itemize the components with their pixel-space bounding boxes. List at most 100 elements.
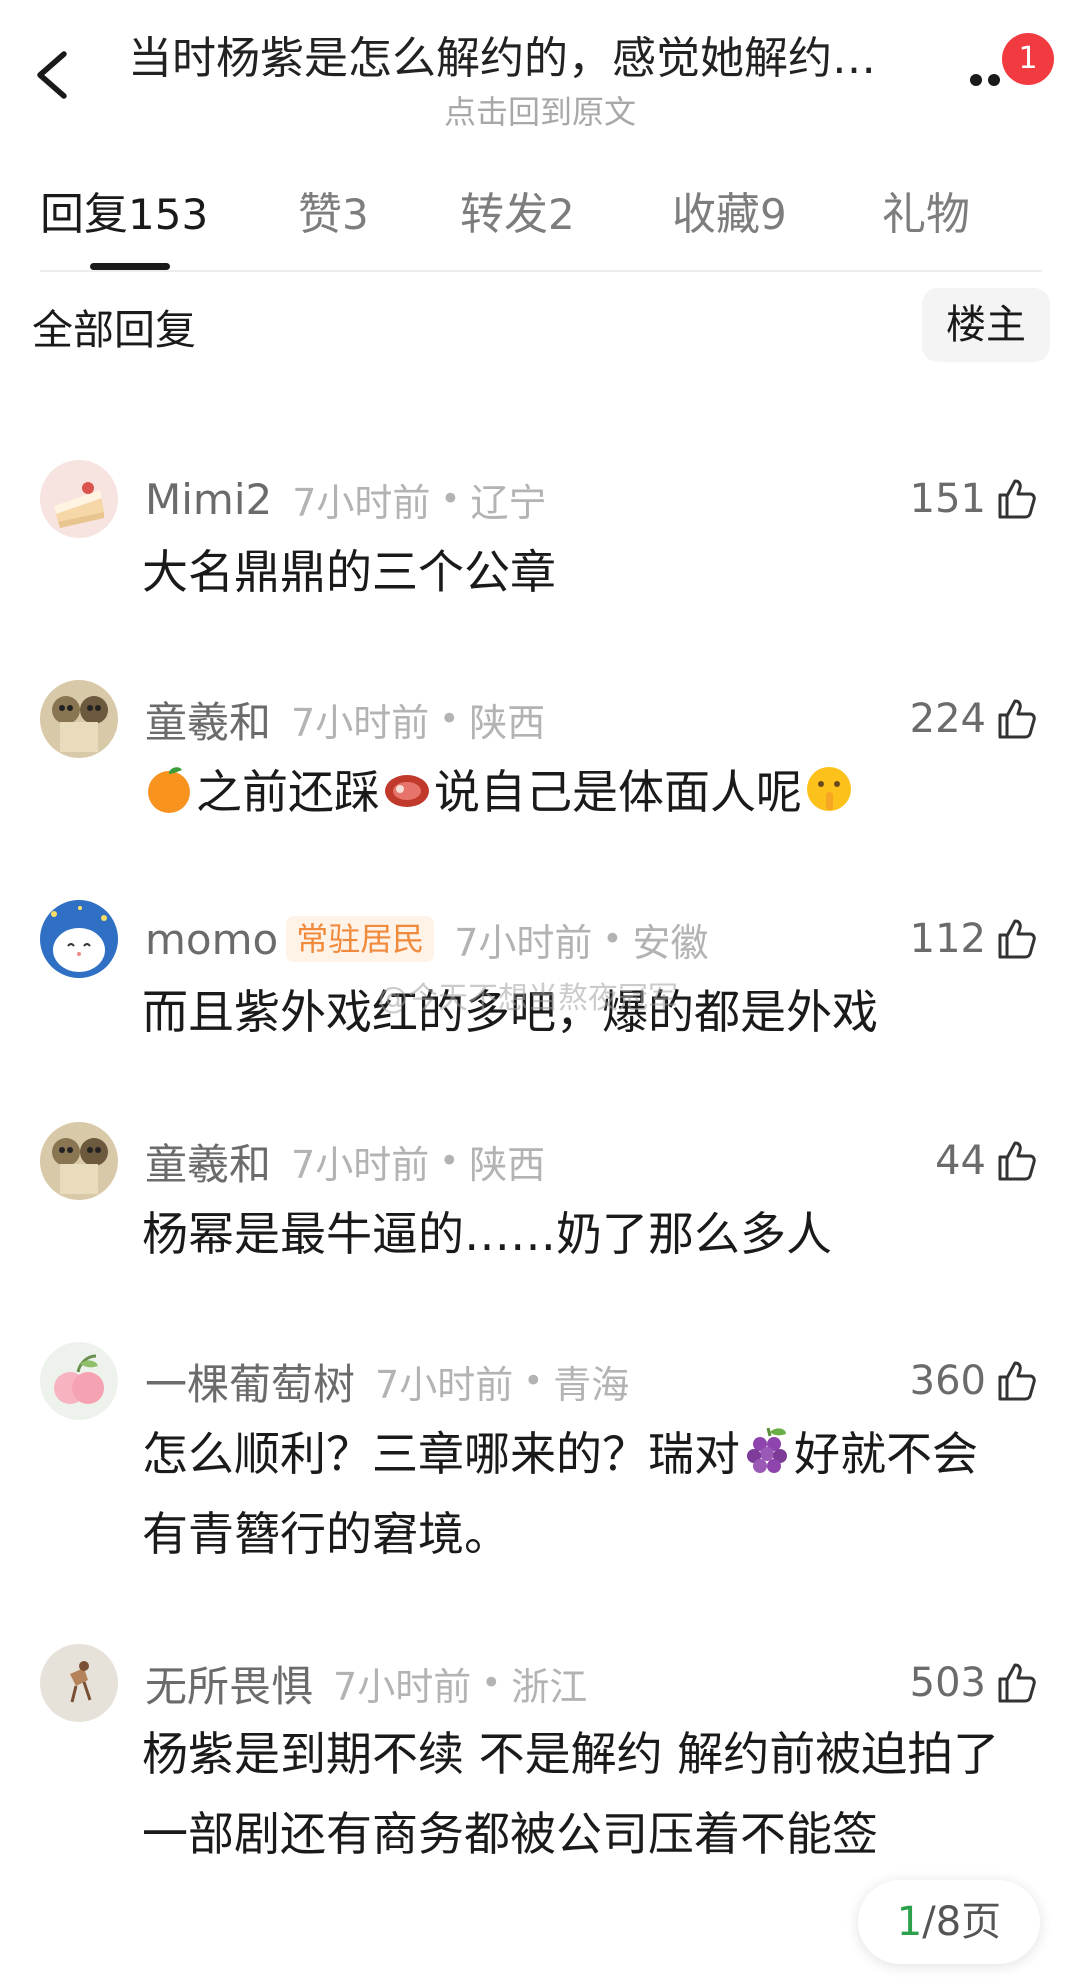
tab-gifts[interactable]: 礼物 — [882, 180, 970, 250]
tab-likes[interactable]: 赞3 — [298, 180, 369, 250]
comment-meta: momo 常驻居民 7小时前 • 安徽 — [145, 900, 709, 978]
thumbs-up-icon — [998, 1361, 1036, 1401]
separator-dot: • — [439, 1141, 460, 1181]
tab-favorites[interactable]: 收藏9 — [672, 180, 787, 250]
username[interactable]: 无所畏惧 — [145, 1653, 313, 1714]
back-to-original-link[interactable]: 点击回到原文 — [0, 92, 1080, 132]
tab-count: 153 — [128, 190, 209, 239]
cartoon-cat-avatar-image — [40, 900, 118, 978]
top-bar: 当时杨紫是怎么解约的，感觉她解约… 点击回到原文 1 — [0, 0, 1080, 150]
current-page: 1 — [896, 1899, 923, 1945]
comment-meta: 童羲和 7小时前 • 陕西 — [145, 680, 545, 758]
timestamp: 7小时前 — [375, 1362, 514, 1407]
separator-dot: • — [523, 1361, 544, 1401]
op-only-filter-button[interactable]: 楼主 — [922, 288, 1050, 362]
cats-avatar-image — [40, 680, 118, 758]
like-count: 360 — [909, 1358, 986, 1404]
tab-label: 赞 — [298, 189, 342, 240]
thumbs-up-icon — [998, 699, 1036, 739]
like-count: 503 — [909, 1660, 986, 1706]
tab-replies[interactable]: 回复153 — [40, 180, 208, 250]
username[interactable]: momo — [145, 915, 278, 964]
peach-avatar-image — [40, 1342, 118, 1420]
active-tab-indicator — [90, 263, 170, 270]
watermark: @今天不想当熬夜冠军 — [378, 981, 678, 1016]
timestamp: 7小时前 — [291, 700, 430, 745]
comment-text: 大名鼎鼎的三个公章 — [142, 545, 556, 599]
more-dot — [988, 74, 1000, 86]
avatar[interactable] — [40, 1644, 118, 1722]
tab-label: 收藏 — [672, 189, 760, 240]
shush-emoji — [807, 767, 851, 811]
comment-text: 之前还踩 说自己是体面人呢 — [142, 752, 1022, 832]
timestamp: 7小时前 — [454, 920, 593, 965]
tab-count: 2 — [548, 190, 575, 239]
comment-text-part: 怎么顺利？三章哪来的？瑞对 — [142, 1427, 740, 1481]
grape-emoji — [747, 1427, 787, 1473]
page-indicator[interactable]: 1/8页 — [858, 1880, 1040, 1964]
avatar[interactable] — [40, 900, 118, 978]
like-count: 224 — [909, 696, 986, 742]
thumbs-up-icon — [998, 1663, 1036, 1703]
divider — [40, 270, 1042, 272]
comment-meta: 无所畏惧 7小时前 • 浙江 — [145, 1644, 587, 1722]
resident-badge: 常驻居民 — [286, 916, 435, 962]
comment-meta: Mimi2 7小时前 • 辽宁 — [145, 460, 546, 538]
comment-meta: 童羲和 7小时前 • 陕西 — [145, 1122, 545, 1200]
like-button[interactable]: 44 — [935, 1122, 1040, 1200]
thumbs-up-icon — [998, 479, 1036, 519]
separator-dot: • — [440, 479, 461, 519]
meat-emoji — [385, 775, 429, 807]
comment-meta: 一棵葡萄树 7小时前 • 青海 — [145, 1342, 629, 1420]
post-title[interactable]: 当时杨紫是怎么解约的，感觉她解约… — [128, 28, 958, 90]
separator-dot: • — [439, 699, 460, 739]
notification-badge[interactable]: 1 — [1002, 33, 1054, 85]
like-button[interactable]: 151 — [910, 460, 1040, 538]
separator-dot: • — [602, 919, 623, 959]
location: 陕西 — [469, 700, 546, 745]
avatar[interactable] — [40, 1342, 118, 1420]
comment-text-part: 之前还踩 — [196, 765, 380, 819]
username[interactable]: Mimi2 — [145, 475, 272, 524]
timestamp: 7小时前 — [291, 1142, 430, 1187]
location: 辽宁 — [470, 480, 547, 525]
tab-count: 3 — [342, 190, 369, 239]
tab-label: 礼物 — [882, 189, 970, 240]
like-count: 44 — [935, 1138, 986, 1184]
username[interactable]: 童羲和 — [145, 689, 271, 750]
reaction-tabs: 回复153 赞3 转发2 收藏9 礼物 — [0, 180, 1080, 272]
all-replies-heading: 全部回复 — [32, 306, 196, 354]
like-count: 151 — [909, 476, 986, 522]
location: 陕西 — [469, 1142, 546, 1187]
like-button[interactable]: 224 — [910, 680, 1040, 758]
like-button[interactable]: 112 — [910, 900, 1040, 978]
page-total: /8页 — [922, 1899, 1002, 1945]
like-button[interactable]: 503 — [910, 1644, 1040, 1722]
separator-dot: • — [481, 1663, 502, 1703]
username[interactable]: 童羲和 — [145, 1131, 271, 1192]
avatar[interactable] — [40, 1122, 118, 1200]
comment-text: 杨紫是到期不续 不是解约 解约前被迫拍了一部剧还有商务都被公司压着不能签 — [142, 1727, 1000, 1861]
timestamp: 7小时前 — [333, 1664, 472, 1709]
avatar[interactable] — [40, 680, 118, 758]
location: 安徽 — [632, 920, 709, 965]
comment-text-part: 说自己是体面人呢 — [434, 765, 802, 819]
comment-text: 杨幂是最牛逼的……奶了那么多人 — [142, 1207, 832, 1261]
timestamp: 7小时前 — [292, 480, 431, 525]
avatar[interactable] — [40, 460, 118, 538]
thumbs-up-icon — [998, 919, 1036, 959]
tab-count: 9 — [760, 190, 787, 239]
tab-label: 转发 — [460, 189, 548, 240]
illustration-avatar-image — [40, 1644, 118, 1722]
tab-label: 回复 — [40, 189, 128, 240]
tab-reposts[interactable]: 转发2 — [460, 180, 575, 250]
like-count: 112 — [909, 916, 986, 962]
comment-text: 怎么顺利？三章哪来的？瑞对 好就不会有青簪行的窘境。 — [142, 1414, 1022, 1574]
cats-avatar-image — [40, 1122, 118, 1200]
location: 青海 — [553, 1362, 630, 1407]
thumbs-up-icon — [998, 1141, 1036, 1181]
username[interactable]: 一棵葡萄树 — [145, 1351, 355, 1412]
like-button[interactable]: 360 — [910, 1342, 1040, 1420]
orange-emoji — [148, 767, 190, 813]
cake-avatar-image — [40, 460, 118, 538]
